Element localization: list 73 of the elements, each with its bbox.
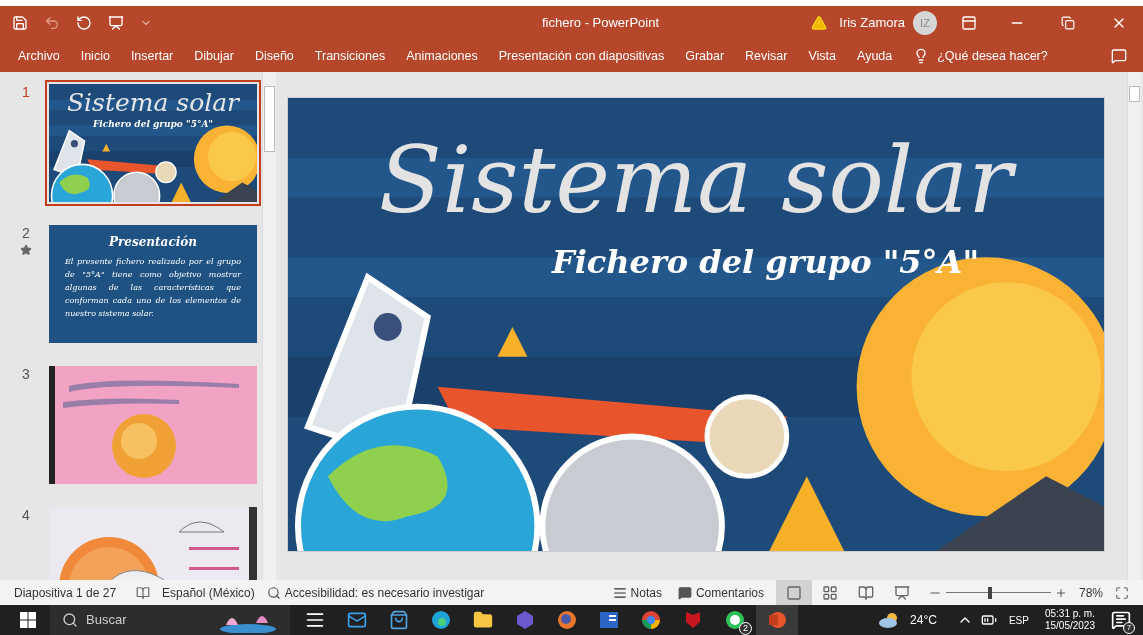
reading-view-icon (857, 584, 874, 601)
language-label[interactable]: Español (México) (162, 583, 255, 602)
redo-icon[interactable] (76, 15, 92, 31)
slide-title: Sistema solar (66, 88, 240, 118)
slide-subtitle: Fichero del grupo "5°A" (92, 118, 214, 131)
ribbon-tab[interactable]: Archivo (18, 46, 60, 66)
comments-button[interactable]: Comentarios (677, 583, 764, 602)
tell-me-field[interactable]: ¿Qué desea hacer? (937, 46, 1048, 66)
notes-button[interactable]: Notas (612, 583, 662, 602)
search-field[interactable]: Buscar (50, 605, 290, 635)
slide-subtitle: Fichero del grupo "5°A" (551, 242, 980, 283)
accessibility-icon[interactable] (266, 585, 281, 600)
sorter-view-icon (821, 584, 838, 601)
notification-badge: 7 (1123, 622, 1135, 634)
slide-text: El presente fichero realizado por el grupo de "5°A" tiene como objetivo mostrar algunas de las características que conforman cada uno de los elementos de nuestro sistema solar. (65, 256, 241, 320)
battery-icon[interactable] (980, 612, 997, 628)
ribbon-tab[interactable]: Ayuda (857, 46, 893, 66)
zoom-slider[interactable] (945, 586, 1051, 599)
input-language[interactable]: ESP (1008, 612, 1029, 628)
windows-icon[interactable] (20, 612, 36, 628)
ribbon-display-icon[interactable] (961, 15, 977, 31)
accessibility-status[interactable]: Accesibilidad: es necesario investigar (284, 583, 485, 602)
slide-thumbnail[interactable]: Sistema solar Fichero del grupo "5°A" (45, 80, 261, 206)
ribbon-tab[interactable]: Revisar (745, 46, 788, 66)
user-name[interactable]: Iris Zamora (839, 13, 905, 33)
ribbon-tab[interactable]: Presentación con diapositivas (498, 46, 665, 66)
comment-icon (677, 585, 692, 600)
slide-number: 4 (22, 506, 30, 525)
mail-icon (347, 610, 367, 630)
window-title: fichero - PowerPoint (542, 14, 660, 33)
zoom-in-icon[interactable] (1054, 586, 1067, 599)
save-icon[interactable] (12, 15, 28, 31)
scrollbar[interactable] (262, 72, 276, 580)
fit-icon[interactable] (1115, 585, 1129, 600)
ribbon-tab[interactable]: Animaciones (406, 46, 478, 66)
search-icon (62, 612, 78, 628)
slide-number: 1 (22, 83, 30, 102)
restore-icon[interactable] (1061, 16, 1075, 30)
ribbon-tab[interactable]: Dibujar (194, 46, 234, 66)
show-view-icon (893, 584, 910, 601)
store-icon (389, 610, 409, 630)
word-icon (599, 610, 619, 630)
notification-badge: 2 (739, 622, 752, 635)
notes-icon (612, 585, 627, 600)
ribbon-tab[interactable]: Diseño (254, 46, 294, 66)
ribbon-tab[interactable]: Grabar (685, 46, 725, 66)
slide-counter: Diapositiva 1 de 27 (14, 584, 117, 602)
slide-number: 3 (22, 365, 30, 384)
taskbar-button[interactable]: 2 (714, 605, 756, 635)
slide-title: Presentación (109, 234, 197, 251)
warning-icon (811, 15, 828, 31)
notifications-icon[interactable] (1111, 610, 1131, 630)
temperature[interactable]: 24°C (910, 611, 937, 629)
slide-thumbnail[interactable]: Presentación El presente fichero realizado por el grupo de "5°A" tiene como objetivo mostrar algunas de las características que conforman cada uno de los elementos de nuestro sistema solar. (45, 221, 261, 347)
zoom-thumb[interactable] (988, 586, 993, 599)
shield-icon (683, 610, 703, 630)
view-button[interactable] (775, 580, 812, 605)
ribbon-tab[interactable]: Transiciones (314, 46, 386, 66)
ribbon-tab[interactable]: Vista (808, 46, 836, 66)
scrollbar[interactable] (1127, 72, 1141, 580)
folder-icon (473, 610, 493, 630)
slideshow-icon[interactable] (108, 15, 124, 31)
powerpoint-icon (767, 610, 787, 630)
ribbon-tab[interactable]: Inicio (80, 46, 110, 66)
normal-view-icon (785, 584, 802, 601)
zoom-level[interactable]: 78% (1078, 583, 1103, 602)
comments-icon[interactable] (1111, 48, 1127, 64)
ribbon-tab[interactable]: Insertar (130, 46, 174, 66)
spelling-icon[interactable] (136, 585, 151, 600)
chrome-icon (641, 610, 661, 630)
clock-date[interactable]: 15/05/2023 (1044, 620, 1095, 632)
slide-number: 2 (22, 224, 30, 243)
clock-time[interactable]: 05:31 p. m. (1044, 608, 1095, 620)
